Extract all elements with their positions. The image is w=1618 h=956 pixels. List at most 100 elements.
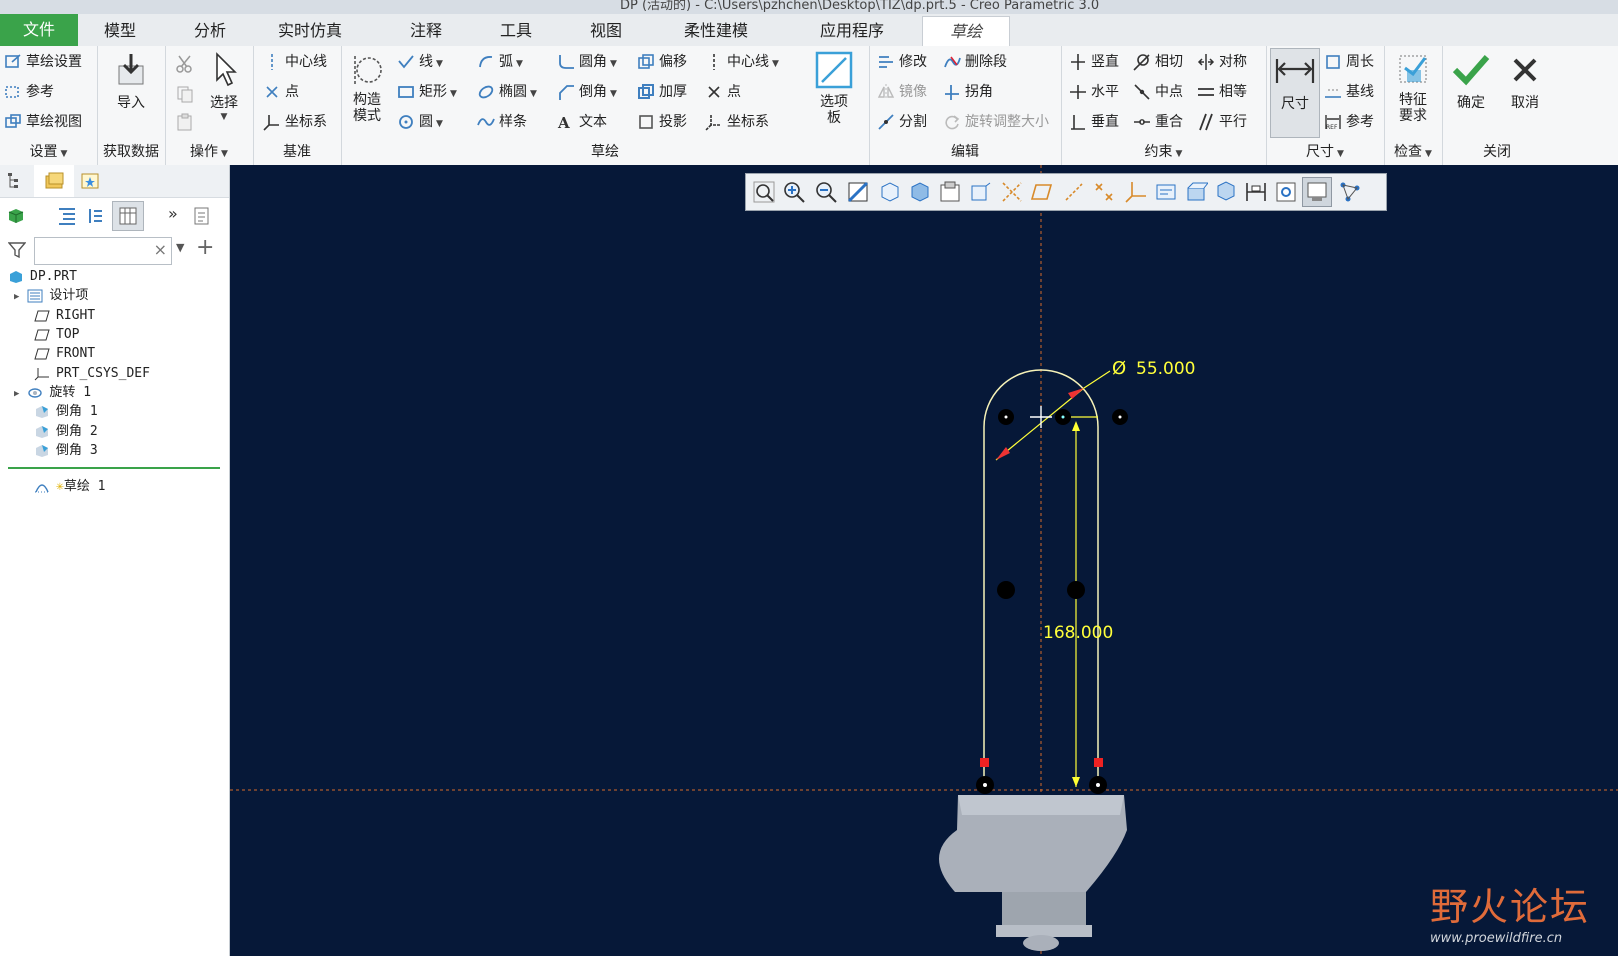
coincident-constraint-button[interactable]: 重合	[1133, 110, 1183, 134]
modify-button[interactable]: 修改	[877, 50, 927, 74]
tab-file[interactable]: 文件	[0, 14, 78, 46]
reference-dimension-button[interactable]: REF 参考	[1324, 110, 1374, 134]
cancel-button[interactable]: 取消	[1500, 52, 1550, 112]
group-label-setup[interactable]: 设置 ▼	[0, 141, 97, 161]
search-dropdown-icon[interactable]: ▼	[176, 241, 184, 254]
view-manager-icon[interactable]	[938, 180, 962, 204]
group-label-inspect[interactable]: 检查 ▼	[1384, 141, 1442, 161]
rectangle-button[interactable]: 矩形 ▼	[397, 80, 457, 104]
offset-button[interactable]: 偏移	[637, 50, 687, 74]
perspective-icon[interactable]	[968, 180, 992, 204]
project-button[interactable]: 投影	[637, 110, 687, 134]
divide-button[interactable]: 分割	[877, 110, 927, 134]
tree-item-chamfer-1[interactable]: 倒角 1	[34, 402, 98, 422]
height-dimension[interactable]: 168.000	[1043, 416, 1113, 787]
graphics-area[interactable]: Ø 55.000 168.000	[230, 165, 1618, 956]
sketch-view-button[interactable]: 草绘视图	[4, 110, 82, 134]
csys-display-icon[interactable]	[1124, 180, 1148, 204]
more-chevron-icon[interactable]: »	[168, 204, 178, 223]
references-button[interactable]: 参考	[4, 80, 54, 104]
annotation-display-icon[interactable]	[1154, 180, 1178, 204]
constraint-display-icon[interactable]	[1274, 180, 1298, 204]
tab-sketch[interactable]: 草绘	[922, 16, 1010, 47]
model-cube-icon[interactable]	[6, 206, 26, 226]
arc-button[interactable]: 弧 ▼	[477, 50, 523, 74]
parallel-constraint-button[interactable]: 平行	[1197, 110, 1247, 134]
expand-arrow-icon[interactable]: ▶	[14, 389, 19, 399]
tree-search-input[interactable]: ×	[34, 237, 172, 265]
ellipse-button[interactable]: 椭圆 ▼	[477, 80, 537, 104]
rotate-resize-button[interactable]: 旋转调整大小	[943, 110, 1049, 134]
sketch-canvas[interactable]: Ø 55.000 168.000	[230, 165, 1618, 956]
group-label-constrain[interactable]: 约束 ▼	[1061, 141, 1266, 161]
vertex-display-icon[interactable]	[1338, 180, 1362, 204]
tree-item-top-plane[interactable]: TOP	[34, 325, 79, 345]
display-filter-icon[interactable]	[1214, 180, 1238, 204]
tree-filter-icon[interactable]	[86, 206, 106, 226]
tree-item-part[interactable]: DP.PRT	[8, 267, 77, 287]
tree-columns-toggle[interactable]	[112, 201, 144, 231]
point-display-icon[interactable]	[1092, 180, 1116, 204]
group-label-dimension[interactable]: 尺寸 ▼	[1266, 141, 1384, 161]
refit-icon[interactable]	[752, 180, 776, 204]
sketch-point-button[interactable]: 点	[705, 80, 741, 104]
display-style-icon[interactable]	[908, 180, 932, 204]
axis-display-icon[interactable]	[1062, 180, 1086, 204]
text-button[interactable]: A 文本	[557, 110, 607, 134]
midpoint-constraint-button[interactable]: 中点	[1133, 80, 1183, 104]
tab-flexible-modeling[interactable]: 柔性建模	[664, 16, 768, 46]
sketch-setup-button[interactable]: 草绘设置	[4, 50, 82, 74]
sketch-csys-button[interactable]: 坐标系	[705, 110, 769, 134]
tree-item-front-plane[interactable]: FRONT	[34, 344, 95, 364]
tab-annotate[interactable]: 注释	[394, 16, 458, 46]
filter-funnel-icon[interactable]	[8, 241, 26, 259]
tangent-constraint-button[interactable]: 相切	[1133, 50, 1183, 74]
sketch-view-orient-icon[interactable]	[1184, 180, 1208, 204]
zoom-in-icon[interactable]	[782, 180, 806, 204]
chamfer-button[interactable]: 倒角 ▼	[557, 80, 617, 104]
tree-item-revolve[interactable]: ▶ 旋转 1	[14, 383, 91, 403]
tree-item-sketch-1[interactable]: ✳草绘 1	[34, 477, 105, 497]
palette-button[interactable]: 选项 板	[809, 50, 859, 126]
mirror-button[interactable]: 镜像	[877, 80, 927, 104]
baseline-button[interactable]: 基线	[1324, 80, 1374, 104]
tree-item-right-plane[interactable]: RIGHT	[34, 306, 95, 326]
tab-analysis[interactable]: 分析	[178, 16, 242, 46]
equal-constraint-button[interactable]: 相等	[1197, 80, 1247, 104]
datum-point-button[interactable]: 点	[263, 80, 299, 104]
tree-item-design-items[interactable]: ▶ 设计项	[14, 286, 88, 306]
zoom-out-icon[interactable]	[814, 180, 838, 204]
plane-display-icon[interactable]	[1030, 180, 1054, 204]
folder-tab[interactable]	[34, 165, 74, 197]
tree-item-csys[interactable]: PRT_CSYS_DEF	[34, 364, 150, 384]
tab-model[interactable]: 模型	[88, 16, 152, 46]
repaint-icon[interactable]	[846, 180, 870, 204]
copy-icon[interactable]	[175, 84, 195, 104]
datum-display-icon[interactable]	[1000, 180, 1024, 204]
corner-button[interactable]: 拐角	[943, 80, 993, 104]
paste-icon[interactable]	[175, 112, 195, 132]
clear-search-icon[interactable]: ×	[154, 240, 167, 259]
circle-button[interactable]: 圆 ▼	[397, 110, 443, 134]
construction-mode-button[interactable]: 构造 模式	[345, 52, 389, 124]
feature-requirements-button[interactable]: 特征 要求	[1388, 52, 1438, 124]
expand-arrow-icon[interactable]: ▶	[14, 292, 19, 302]
cut-icon[interactable]	[175, 54, 195, 74]
perpendicular-constraint-button[interactable]: 垂直	[1069, 110, 1119, 134]
tab-tools[interactable]: 工具	[484, 16, 548, 46]
datum-centerline-button[interactable]: 中心线	[263, 50, 327, 74]
dimension-display-icon[interactable]	[1244, 180, 1268, 204]
perimeter-button[interactable]: 周长	[1324, 50, 1374, 74]
tab-applications[interactable]: 应用程序	[800, 16, 904, 46]
delete-segment-button[interactable]: 删除段	[943, 50, 1007, 74]
ok-button[interactable]: 确定	[1446, 52, 1496, 112]
horizontal-constraint-button[interactable]: 水平	[1069, 80, 1119, 104]
sketch-centerline-button[interactable]: 中心线 ▼	[705, 50, 779, 74]
group-label-operations[interactable]: 操作 ▼	[165, 141, 253, 161]
import-button[interactable]: 导入	[105, 52, 157, 112]
spline-button[interactable]: 样条	[477, 110, 527, 134]
vertical-constraint-button[interactable]: 竖直	[1069, 50, 1119, 74]
line-button[interactable]: 线 ▼	[397, 50, 443, 74]
add-icon[interactable]: +	[196, 235, 214, 260]
tree-item-chamfer-3[interactable]: 倒角 3	[34, 441, 98, 461]
